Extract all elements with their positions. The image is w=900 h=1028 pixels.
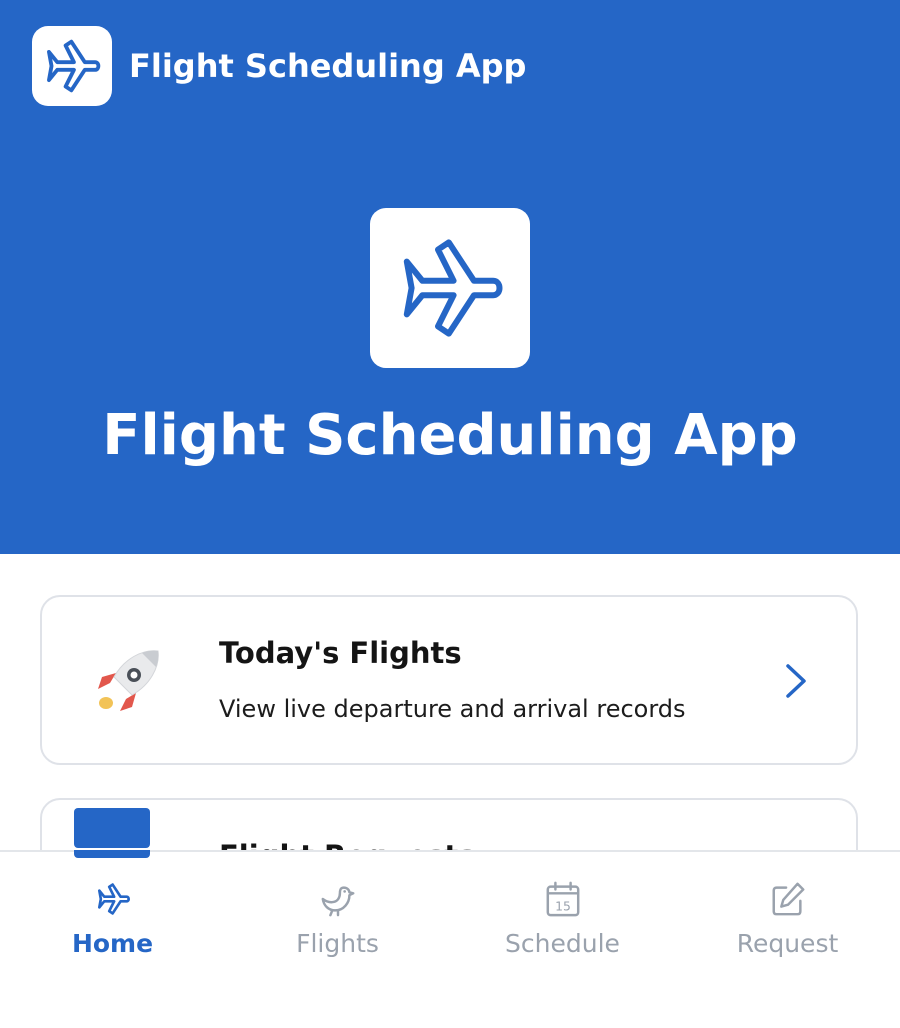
nav-schedule[interactable]: 15 Schedule <box>450 852 675 982</box>
bottom-navigation: Home Flights 15 Schedule Request <box>0 850 900 1028</box>
calendar-icon <box>74 808 150 848</box>
airplane-icon <box>97 883 130 915</box>
card-title: Today's Flights <box>219 636 462 670</box>
calendar-15-icon: 15 <box>546 881 580 917</box>
nav-request[interactable]: Request <box>675 852 900 982</box>
nav-label: Home <box>71 929 154 958</box>
hero-title: Flight Scheduling App <box>102 403 798 468</box>
todays-flights-card[interactable]: Today's Flights View live departure and … <box>40 595 858 765</box>
hero-logo <box>370 208 530 368</box>
nav-home[interactable]: Home <box>0 852 225 982</box>
content-scroll-area[interactable]: Today's Flights View live departure and … <box>0 554 900 850</box>
bird-icon <box>321 886 355 917</box>
card-title: Flight Requests <box>219 836 476 850</box>
app-title: Flight Scheduling App <box>129 47 527 85</box>
chevron-right-icon <box>786 664 806 698</box>
calendar-day-number: 15 <box>555 899 571 913</box>
rocket-icon <box>98 650 159 711</box>
nav-label: Flights <box>296 929 379 958</box>
edit-icon <box>772 882 805 916</box>
nav-label: Request <box>736 929 839 958</box>
nav-label: Schedule <box>505 929 620 958</box>
nav-flights[interactable]: Flights <box>225 852 450 982</box>
airplane-icon <box>403 239 503 337</box>
airplane-icon <box>47 39 101 93</box>
card-description: View live departure and arrival records <box>219 695 686 723</box>
app-header: Flight Scheduling App Flight Scheduling … <box>0 0 900 554</box>
app-logo <box>32 26 112 106</box>
flight-requests-card[interactable]: Flight Requests <box>40 798 858 850</box>
